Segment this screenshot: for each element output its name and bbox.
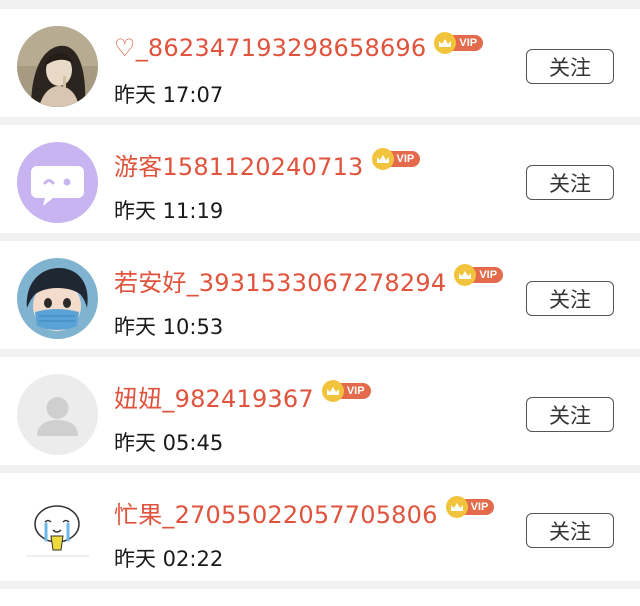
username[interactable]: 忙果_27055022057705806 [114, 495, 438, 530]
vip-badge: VIP [454, 264, 504, 286]
crown-icon [445, 496, 468, 518]
vip-badge: VIP [434, 32, 484, 54]
follow-button[interactable]: 关注 [526, 165, 614, 200]
list-item[interactable]: 若安好_3931533067278294 VIP 昨天 10:53 关注 [0, 241, 640, 349]
crown-icon [321, 380, 344, 402]
timestamp: 昨天 11:19 [114, 199, 224, 223]
avatar[interactable] [17, 490, 98, 571]
username[interactable]: 妞妞_982419367 [114, 379, 314, 414]
divider [0, 0, 640, 9]
timestamp: 昨天 17:07 [114, 83, 224, 107]
divider [0, 349, 640, 357]
list-item[interactable]: 游客1581120240713 VIP 昨天 11:19 关注 [0, 125, 640, 233]
crown-icon [371, 148, 394, 170]
divider [0, 581, 640, 589]
follow-button[interactable]: 关注 [526, 513, 614, 548]
divider [0, 233, 640, 241]
divider [0, 465, 640, 473]
follow-button[interactable]: 关注 [526, 49, 614, 84]
avatar[interactable] [17, 142, 98, 223]
vip-badge: VIP [321, 380, 371, 402]
list-item[interactable]: 忙果_27055022057705806 VIP 昨天 02:22 关注 [0, 473, 640, 581]
username[interactable]: 游客1581120240713 [114, 147, 364, 182]
follow-button[interactable]: 关注 [526, 397, 614, 432]
timestamp: 昨天 02:22 [114, 547, 224, 571]
avatar[interactable] [17, 374, 98, 455]
divider [0, 117, 640, 125]
vip-badge: VIP [445, 496, 495, 518]
avatar[interactable] [17, 26, 98, 107]
username[interactable]: 若安好_3931533067278294 [114, 263, 446, 298]
follower-list: ♡_862347193298658696 VIP 昨天 17:07 关注 游客1… [0, 0, 640, 606]
timestamp: 昨天 10:53 [114, 315, 224, 339]
avatar[interactable] [17, 258, 98, 339]
timestamp: 昨天 05:45 [114, 431, 224, 455]
username[interactable]: ♡_862347193298658696 [114, 34, 426, 62]
follow-button[interactable]: 关注 [526, 281, 614, 316]
list-item[interactable]: 妞妞_982419367 VIP 昨天 05:45 关注 [0, 357, 640, 465]
vip-badge: VIP [371, 148, 421, 170]
list-item[interactable]: ♡_862347193298658696 VIP 昨天 17:07 关注 [0, 9, 640, 117]
